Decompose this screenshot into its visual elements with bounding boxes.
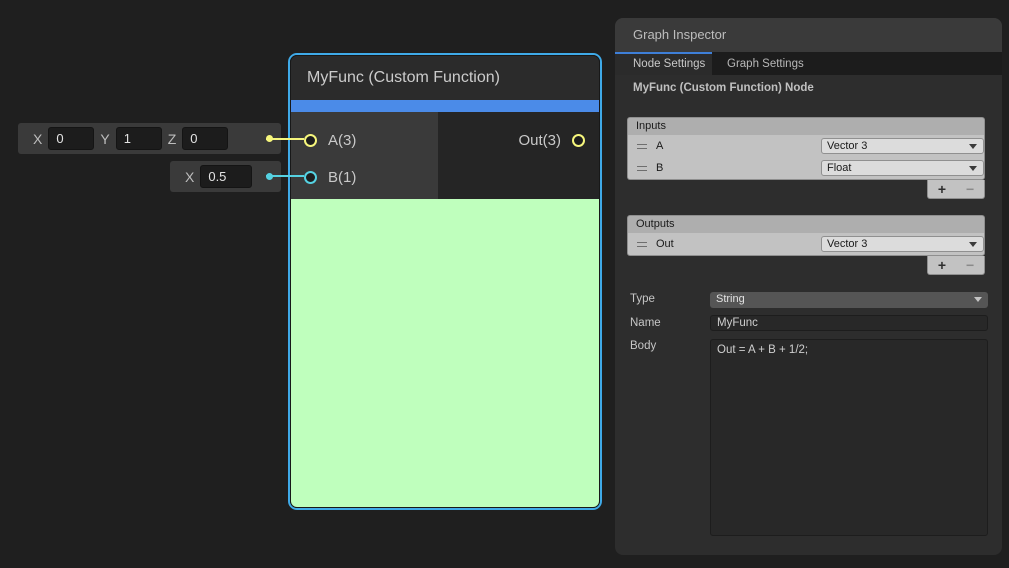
drag-handle-icon[interactable] bbox=[637, 144, 647, 149]
input-b-type-value: Float bbox=[827, 162, 851, 174]
inputs-list-footer: + − bbox=[927, 180, 985, 199]
axis-label-x: X bbox=[33, 131, 42, 147]
tab-graph-settings[interactable]: Graph Settings bbox=[712, 52, 832, 75]
axis-label-z: Z bbox=[168, 131, 177, 147]
add-input-button[interactable]: + bbox=[938, 182, 946, 196]
output-row-out[interactable]: Out Vector 3 bbox=[628, 233, 984, 255]
drag-handle-icon[interactable] bbox=[637, 242, 647, 247]
node-settings-heading: MyFunc (Custom Function) Node bbox=[633, 82, 814, 94]
outputs-list-title: Outputs bbox=[627, 215, 985, 233]
type-value: String bbox=[716, 293, 745, 305]
outputs-list-body: Out Vector 3 bbox=[627, 233, 985, 256]
port-row-b: B(1) bbox=[291, 164, 438, 190]
add-output-button[interactable]: + bbox=[938, 258, 946, 272]
input-a-name: A bbox=[656, 140, 663, 152]
node-title: MyFunc (Custom Function) bbox=[291, 56, 599, 100]
port-row-a: A(3) bbox=[291, 127, 438, 153]
name-label: Name bbox=[630, 317, 661, 329]
input-a-type-value: Vector 3 bbox=[827, 140, 867, 152]
graph-inspector-panel: Graph Inspector Node Settings Graph Sett… bbox=[615, 18, 1002, 555]
port-row-out: Out(3) bbox=[438, 127, 599, 153]
axis-label-x: X bbox=[185, 169, 194, 185]
tab-node-settings[interactable]: Node Settings bbox=[615, 52, 712, 75]
wire-vector3-to-a bbox=[266, 138, 304, 140]
node-ports: A(3) B(1) Out(3) bbox=[291, 112, 599, 199]
vector3-inline-widget: X Y Z bbox=[18, 123, 281, 154]
port-b-icon[interactable] bbox=[304, 171, 317, 184]
type-label: Type bbox=[630, 293, 655, 305]
chevron-down-icon bbox=[969, 242, 977, 247]
inputs-list-title: Inputs bbox=[627, 117, 985, 135]
vector3-z-field[interactable] bbox=[182, 127, 228, 150]
type-dropdown[interactable]: String bbox=[710, 292, 988, 308]
port-a-icon[interactable] bbox=[304, 134, 317, 147]
input-row-a[interactable]: A Vector 3 bbox=[628, 135, 984, 157]
input-b-name: B bbox=[656, 162, 663, 174]
input-b-type-dropdown[interactable]: Float bbox=[821, 160, 984, 176]
inputs-list-body: A Vector 3 B Float bbox=[627, 135, 985, 180]
outputs-list-footer: + − bbox=[927, 256, 985, 275]
node-output-ports: Out(3) bbox=[438, 112, 599, 199]
port-a-label: A(3) bbox=[328, 132, 356, 149]
node-body: MyFunc (Custom Function) A(3) B(1) Out(3… bbox=[290, 55, 600, 508]
float-x-field[interactable] bbox=[200, 165, 252, 188]
chevron-down-icon bbox=[974, 297, 982, 302]
input-row-b[interactable]: B Float bbox=[628, 157, 984, 179]
outputs-list: Outputs Out Vector 3 + − bbox=[627, 215, 985, 275]
vector3-y-field[interactable] bbox=[116, 127, 162, 150]
port-b-label: B(1) bbox=[328, 169, 356, 186]
node-preview bbox=[291, 199, 599, 507]
port-out-icon[interactable] bbox=[572, 134, 585, 147]
inspector-tab-row: Node Settings Graph Settings bbox=[615, 52, 1002, 75]
drag-handle-icon[interactable] bbox=[637, 166, 647, 171]
vector3-x-field[interactable] bbox=[48, 127, 94, 150]
graph-inspector-title[interactable]: Graph Inspector bbox=[615, 18, 1002, 52]
wire-float-to-b bbox=[266, 175, 304, 177]
output-out-type-dropdown[interactable]: Vector 3 bbox=[821, 236, 984, 252]
myfunc-custom-function-node[interactable]: MyFunc (Custom Function) A(3) B(1) Out(3… bbox=[288, 53, 602, 510]
float-inline-widget: X bbox=[170, 161, 281, 192]
chevron-down-icon bbox=[969, 144, 977, 149]
output-out-name: Out bbox=[656, 238, 674, 250]
axis-label-y: Y bbox=[100, 131, 109, 147]
port-out-label: Out(3) bbox=[518, 132, 561, 149]
input-a-type-dropdown[interactable]: Vector 3 bbox=[821, 138, 984, 154]
remove-output-button[interactable]: − bbox=[966, 258, 974, 272]
name-field[interactable] bbox=[710, 315, 988, 331]
body-label: Body bbox=[630, 340, 656, 352]
node-input-ports: A(3) B(1) bbox=[291, 112, 438, 199]
chevron-down-icon bbox=[969, 166, 977, 171]
body-field[interactable]: Out = A + B + 1/2; bbox=[710, 339, 988, 536]
output-out-type-value: Vector 3 bbox=[827, 238, 867, 250]
node-accent-bar bbox=[291, 100, 599, 112]
inputs-list: Inputs A Vector 3 B Float + − bbox=[627, 117, 985, 199]
remove-input-button[interactable]: − bbox=[966, 182, 974, 196]
